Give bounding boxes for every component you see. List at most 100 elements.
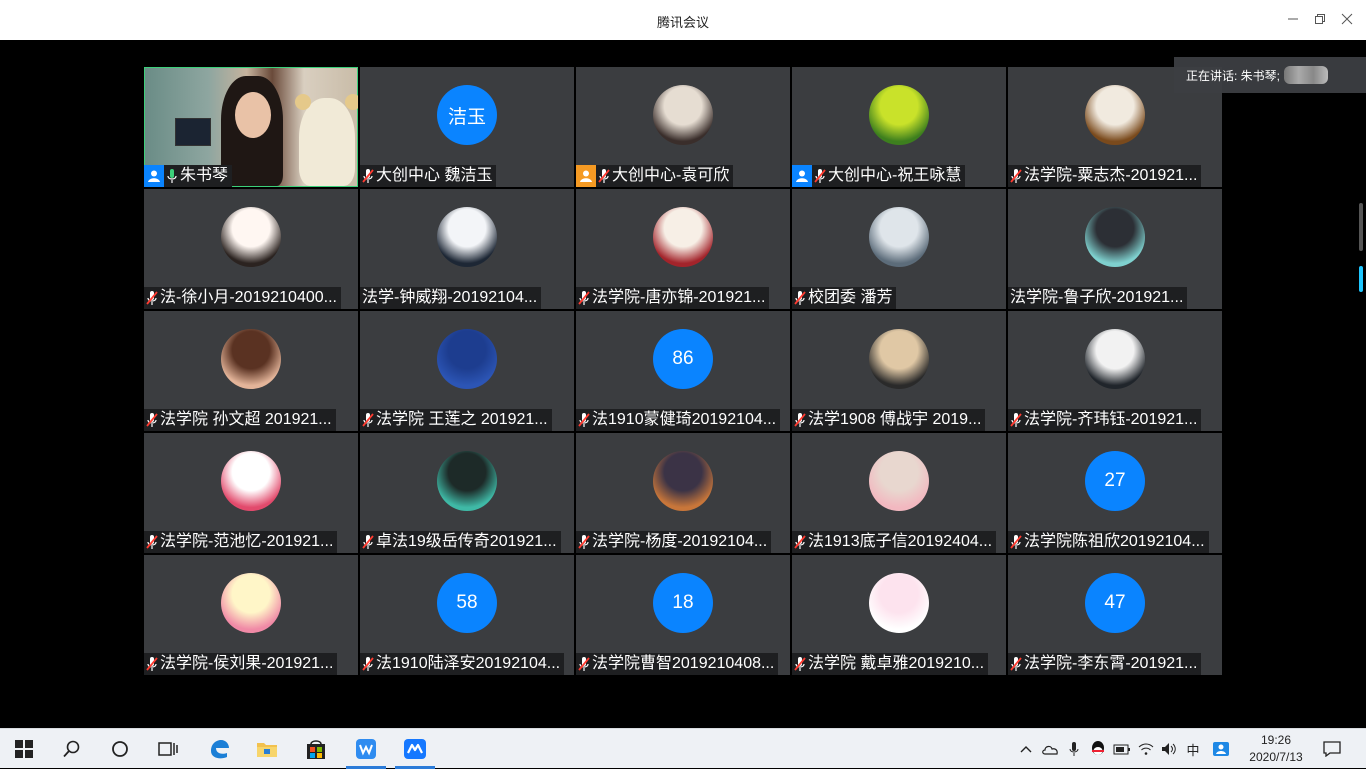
participant-tile[interactable]: 校团委 潘芳: [792, 189, 1006, 309]
participant-name-bar: 法学院-鲁子欣-201921...: [1008, 287, 1188, 309]
tencent-meeting-icon[interactable]: [391, 729, 439, 769]
avatar: [221, 451, 281, 511]
search-icon[interactable]: [48, 729, 96, 769]
participant-tile[interactable]: 法学院 孙文超 201921...: [144, 311, 358, 431]
participant-tile[interactable]: 朱书琴: [144, 67, 358, 187]
participant-tile[interactable]: 27 法学院陈祖欣20192104...: [1008, 433, 1222, 553]
battery-icon[interactable]: [1110, 729, 1134, 769]
cortana-icon[interactable]: [96, 729, 144, 769]
background-monitor: [175, 118, 211, 146]
mic-muted-icon: [576, 531, 592, 553]
avatar: [437, 451, 497, 511]
participant-tile[interactable]: 法1913底子信20192404...: [792, 433, 1006, 553]
avatar: [1085, 207, 1145, 267]
avatar: [653, 85, 713, 145]
mic-muted-icon: [1008, 409, 1024, 431]
participant-tile[interactable]: 58 法1910陆泽安20192104...: [360, 555, 574, 675]
avatar: [869, 85, 929, 145]
participant-name-bar: 大创中心-祝王咏慧: [792, 165, 966, 187]
participant-name: 法学院-李东霄-201921...: [1024, 655, 1198, 672]
participant-tile[interactable]: 卓法19级岳传奇201921...: [360, 433, 574, 553]
participant-name-bar: 法学院-唐亦锦-201921...: [576, 287, 770, 309]
taskbar: 中 19:26 2020/7/13: [0, 728, 1366, 769]
mic-muted-icon: [576, 653, 592, 675]
participant-tile[interactable]: 法学-钟威翔-20192104...: [360, 189, 574, 309]
participant-name-bar: 法学院-杨度-20192104...: [576, 531, 772, 553]
ime-icon[interactable]: 中: [1181, 729, 1205, 769]
participant-name: 校团委 潘芳: [808, 289, 893, 306]
avatar-initials: 洁玉: [437, 85, 497, 145]
participant-tile[interactable]: 法学院-唐亦锦-201921...: [576, 189, 790, 309]
store-icon[interactable]: [292, 729, 340, 769]
participant-tile[interactable]: 法-徐小月-2019210400...: [144, 189, 358, 309]
mic-muted-icon: [144, 653, 160, 675]
chevron-up-icon[interactable]: [1014, 729, 1038, 769]
contact-icon[interactable]: [1209, 729, 1233, 769]
participant-tile[interactable]: 18 法学院曹智2019210408...: [576, 555, 790, 675]
volume-icon[interactable]: [1157, 729, 1181, 769]
participant-tile[interactable]: 86 法1910蒙健琦20192104...: [576, 311, 790, 431]
participant-tile[interactable]: 法学院-鲁子欣-201921...: [1008, 189, 1222, 309]
participant-name: 法学1908 傅战宇 2019...: [808, 411, 982, 428]
participant-name-bar: 法学院-粟志杰-201921...: [1008, 165, 1202, 187]
participant-name: 法学院-唐亦锦-201921...: [592, 289, 766, 306]
participant-name: 大创中心-袁可欣: [612, 167, 730, 184]
avatar-initials: 86: [653, 329, 713, 389]
participant-tile[interactable]: 大创中心-祝王咏慧: [792, 67, 1006, 187]
notification-icon[interactable]: [1320, 729, 1344, 769]
participant-name: 法学院-杨度-20192104...: [592, 533, 768, 550]
mic-on-icon: [164, 165, 180, 187]
participant-name: 法学院 孙文超 201921...: [160, 411, 332, 428]
participant-name-bar: 法学院 戴卓雅2019210...: [792, 653, 989, 675]
participant-tile[interactable]: 法学1908 傅战宇 2019...: [792, 311, 1006, 431]
participant-tile[interactable]: 法学院-范池忆-201921...: [144, 433, 358, 553]
avatar-initials: 47: [1085, 573, 1145, 633]
participant-name: 法学院陈祖欣20192104...: [1024, 533, 1205, 550]
participant-name: 法学院 戴卓雅2019210...: [808, 655, 985, 672]
restore-icon[interactable]: [1307, 8, 1333, 32]
participant-tile[interactable]: 法学院 王莲之 201921...: [360, 311, 574, 431]
mic-muted-icon: [576, 409, 592, 431]
participant-name: 法学院-鲁子欣-201921...: [1010, 289, 1184, 306]
qq-icon[interactable]: [1086, 729, 1110, 769]
participant-name-bar: 法学院-范池忆-201921...: [144, 531, 338, 553]
avatar: [869, 207, 929, 267]
side-scroll-handle[interactable]: [1359, 203, 1363, 251]
avatar-initials: 18: [653, 573, 713, 633]
bear-ear: [295, 94, 311, 110]
participant-name-bar: 大创中心-袁可欣: [576, 165, 734, 187]
windows-start-icon[interactable]: [0, 729, 48, 769]
participant-tile[interactable]: 洁玉 大创中心 魏洁玉: [360, 67, 574, 187]
task-view-icon[interactable]: [144, 729, 192, 769]
edge-icon[interactable]: [195, 729, 243, 769]
mic-muted-icon: [1008, 165, 1024, 187]
mic-muted-icon: [792, 531, 808, 553]
onedrive-icon[interactable]: [1038, 729, 1062, 769]
participant-tile[interactable]: 法学院 戴卓雅2019210...: [792, 555, 1006, 675]
avatar: [869, 573, 929, 633]
participant-tile[interactable]: 大创中心-袁可欣: [576, 67, 790, 187]
microphone-icon[interactable]: [1062, 729, 1086, 769]
file-explorer-icon[interactable]: [243, 729, 291, 769]
participant-name: 卓法19级岳传奇201921...: [376, 533, 557, 550]
participant-tile[interactable]: 法学院-侯刘果-201921...: [144, 555, 358, 675]
participant-tile[interactable]: 47 法学院-李东霄-201921...: [1008, 555, 1222, 675]
participant-tile[interactable]: 法学院-齐玮钰-201921...: [1008, 311, 1222, 431]
participant-name-bar: 法学院-侯刘果-201921...: [144, 653, 338, 675]
mic-muted-icon: [144, 287, 160, 309]
participant-name-bar: 法-徐小月-2019210400...: [144, 287, 341, 309]
avatar: [653, 207, 713, 267]
wps-icon[interactable]: [342, 729, 390, 769]
participant-tile[interactable]: 法学院-杨度-20192104...: [576, 433, 790, 553]
user-icon: [792, 165, 812, 187]
avatar: [437, 207, 497, 267]
minimize-icon[interactable]: [1280, 8, 1306, 32]
participant-name: 法-徐小月-2019210400...: [160, 289, 337, 306]
system-clock[interactable]: 19:26 2020/7/13: [1240, 732, 1312, 766]
side-scroll-indicator[interactable]: [1359, 266, 1363, 292]
close-icon[interactable]: [1334, 8, 1360, 32]
participant-name-bar: 法学院-李东霄-201921...: [1008, 653, 1202, 675]
wifi-icon[interactable]: [1134, 729, 1158, 769]
participant-name-bar: 卓法19级岳传奇201921...: [360, 531, 561, 553]
participant-grid: 朱书琴 洁玉 大创中心 魏洁玉大创中心-袁可欣 大创中心-祝王咏慧 法学院-粟志杰-20…: [144, 67, 1222, 675]
